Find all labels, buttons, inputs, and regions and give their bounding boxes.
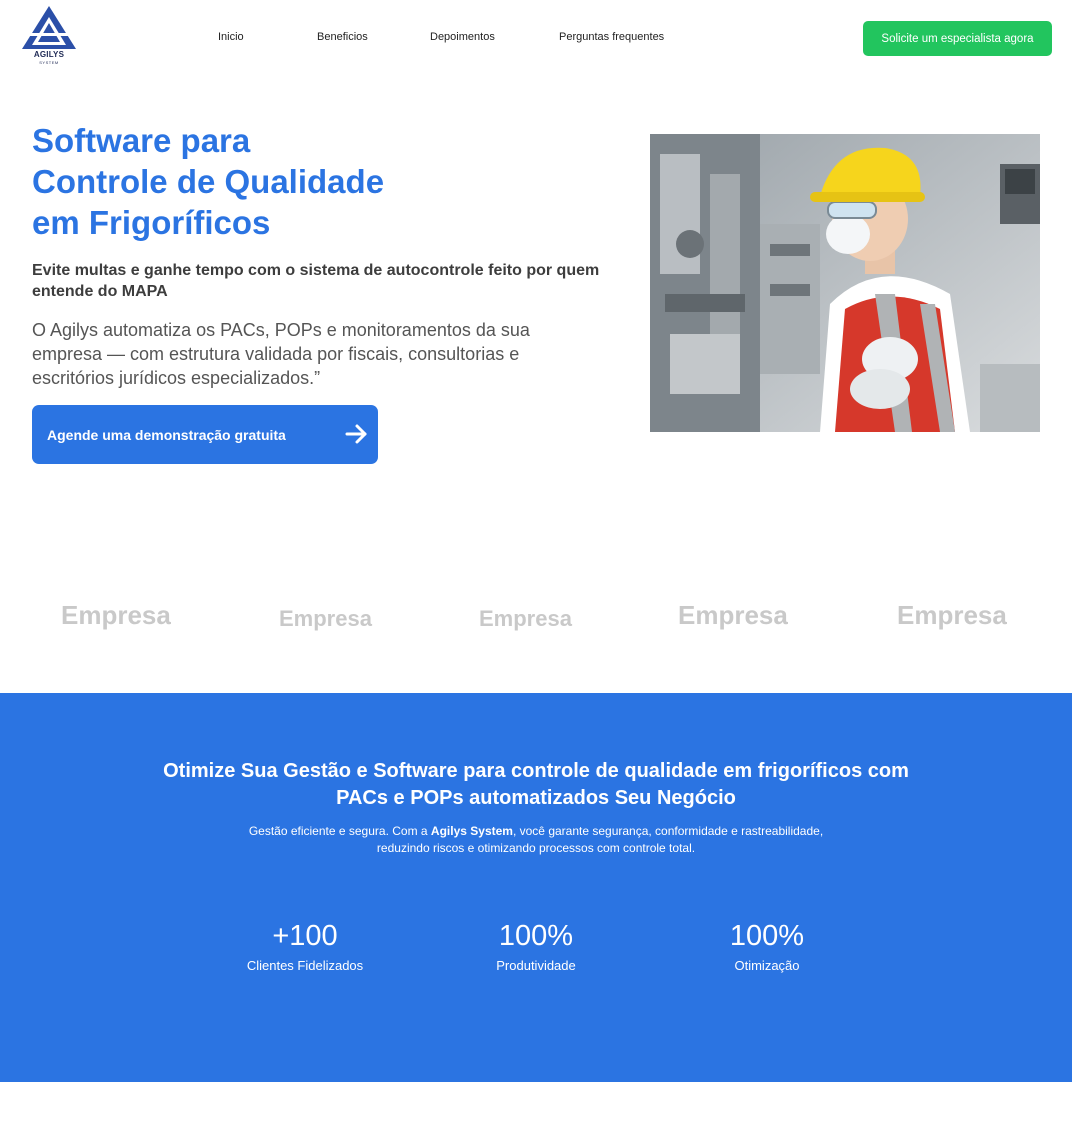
schedule-demo-button[interactable]: Agende uma demonstração gratuita	[32, 405, 378, 464]
stat-label: Clientes Fidelizados	[246, 958, 364, 973]
company-logo-placeholder: Empresa	[479, 606, 572, 631]
hero-title-line: em Frigoríficos	[32, 204, 271, 241]
stat-label: Produtividade	[496, 958, 576, 973]
schedule-demo-label: Agende uma demonstração gratuita	[47, 426, 286, 443]
arrow-right-icon	[345, 424, 367, 444]
hero-title: Software para Controle de Qualidade em F…	[32, 120, 592, 243]
factory-worker-photo	[650, 134, 1040, 432]
nav-item-perguntas-frequentes[interactable]: Perguntas frequentes	[559, 31, 664, 43]
stat-label: Otimização	[734, 958, 800, 973]
stat-value: 100%	[729, 920, 805, 952]
hero-description: O Agilys automatiza os PACs, POPs e moni…	[32, 320, 530, 388]
stats-section-description: Gestão eficiente e segura. Com a Agilys …	[236, 823, 836, 857]
stat-value: 100%	[498, 920, 574, 952]
company-logo-placeholder: Empresa	[897, 600, 1007, 630]
hero-subtitle: Evite multas e ganhe tempo com o sistema…	[32, 262, 600, 300]
site-header: AGILYS SYSTEM Inicio Beneficios Depoimen…	[0, 0, 1072, 78]
nav-item-beneficios[interactable]: Beneficios	[317, 31, 368, 43]
agilys-logo[interactable]: AGILYS SYSTEM	[20, 5, 78, 67]
company-logo-placeholder: Empresa	[61, 600, 171, 630]
stat-item: 100% Produtividade	[436, 918, 636, 976]
hero-title-line: Controle de Qualidade	[32, 163, 385, 200]
logo-triangle-icon	[22, 6, 76, 49]
hero-title-line: Software para	[32, 122, 251, 159]
company-logo-placeholder: Empresa	[678, 600, 788, 630]
stat-item: 100% Otimização	[667, 918, 867, 976]
nav-item-inicio[interactable]: Inicio	[218, 31, 244, 43]
stats-section-title: Otimize Sua Gestão e Software para contr…	[163, 760, 909, 809]
stats-desc-brand: Agilys System	[430, 824, 513, 838]
stats-section: Otimize Sua Gestão e Software para contr…	[0, 693, 1072, 1082]
stat-item: +100 Clientes Fidelizados	[205, 918, 405, 976]
logo-wordmark: AGILYS	[33, 50, 65, 59]
nav-item-depoimentos[interactable]: Depoimentos	[430, 31, 495, 43]
stat-value: +100	[272, 920, 338, 952]
worker-illustration	[650, 134, 1040, 432]
logo-subtitle: SYSTEM	[39, 60, 59, 65]
stats-desc-prefix: Gestão eficiente e segura. Com a	[248, 824, 431, 838]
company-logo-placeholder: Empresa	[279, 606, 372, 631]
request-specialist-button[interactable]: Solicite um especialista agora	[863, 21, 1052, 56]
